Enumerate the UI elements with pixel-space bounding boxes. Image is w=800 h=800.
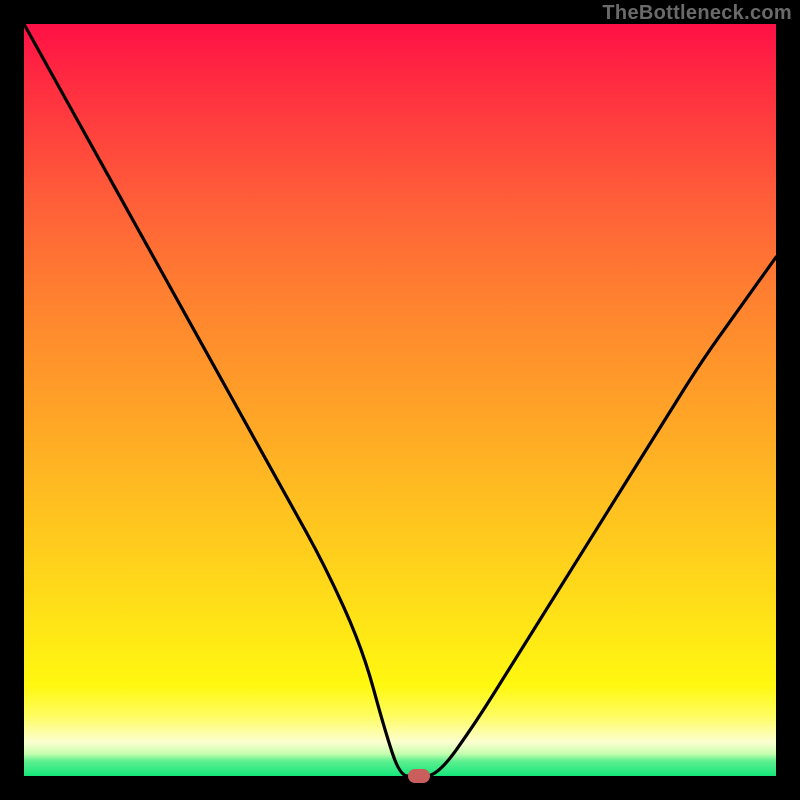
plot-area xyxy=(24,24,776,776)
chart-frame: TheBottleneck.com xyxy=(0,0,800,800)
watermark-text: TheBottleneck.com xyxy=(602,2,792,25)
optimum-marker xyxy=(408,769,430,783)
bottleneck-curve xyxy=(24,24,776,776)
